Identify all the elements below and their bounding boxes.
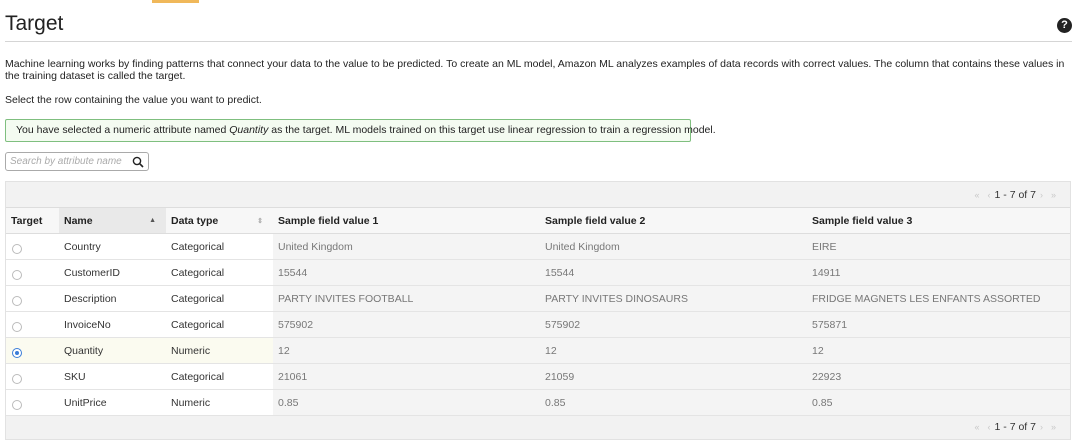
pagination-range: 1 - 7 of 7 [994,189,1036,201]
sample-value-3-cell: EIRE [807,233,1070,260]
next-page-icon[interactable]: › [1040,422,1043,432]
pagination-range: 1 - 7 of 7 [994,421,1036,433]
target-cell [6,259,59,286]
sample-value-3-cell: 22923 [807,363,1070,390]
data-type-cell: Categorical [166,259,273,286]
target-radio[interactable] [12,244,22,254]
target-cell [6,311,59,338]
help-icon[interactable]: ? [1057,18,1072,33]
alert-attribute: Quantity [229,124,269,136]
page-header: Target ? [5,10,1072,42]
target-radio[interactable] [12,270,22,280]
sample-value-2-cell: 0.85 [540,389,807,416]
last-page-icon[interactable]: » [1051,422,1056,432]
name-cell: Quantity [59,337,166,364]
table-row[interactable]: Description Categorical PARTY INVITES FOOT… [6,285,1070,312]
attributes-table: Target Name ▲ Data type ⇕ Sample field val… [6,207,1070,416]
target-radio[interactable] [12,322,22,332]
sample-value-2-cell: United Kingdom [540,233,807,260]
sample-value-1-cell: United Kingdom [273,233,540,260]
target-radio[interactable] [12,348,22,358]
table-header-row: Target Name ▲ Data type ⇕ Sample field val… [6,207,1070,234]
data-type-cell: Categorical [166,311,273,338]
sample-value-2-cell: 21059 [540,363,807,390]
page-instruction: Select the row containing the value you … [5,94,262,106]
page-description: Machine learning works by finding patter… [5,58,1065,82]
name-cell: Description [59,285,166,312]
table-row[interactable]: Country Categorical United Kingdom United K… [6,233,1070,260]
sample-value-3-cell: FRIDGE MAGNETS LES ENFANTS ASSORTED [807,285,1070,312]
target-radio[interactable] [12,296,22,306]
sample-value-2-cell: 575902 [540,311,807,338]
sample-value-3-cell: 0.85 [807,389,1070,416]
pagination-bottom: « ‹ 1 - 7 of 7 › » [971,415,1060,439]
data-type-cell: Categorical [166,233,273,260]
target-radio[interactable] [12,400,22,410]
table-row[interactable]: SKU Categorical 21061 21059 22923 [6,363,1070,390]
data-type-cell: Numeric [166,389,273,416]
page-title: Target [5,12,64,35]
alert-prefix: You have selected a numeric attribute na… [16,124,230,136]
top-tab-accent [152,0,199,3]
search-box [5,152,149,171]
name-cell: Country [59,233,166,260]
sample-value-1-cell: 12 [273,337,540,364]
target-cell [6,285,59,312]
alert-suffix: as the target. ML models trained on this… [268,124,716,136]
sample-value-1-cell: 21061 [273,363,540,390]
table-body: Country Categorical United Kingdom United K… [6,233,1070,416]
column-header-target: Target [6,207,59,234]
column-header-sample1: Sample field value 1 [273,207,540,234]
table-row[interactable]: Quantity Numeric 12 12 12 [6,337,1070,364]
target-cell [6,389,59,416]
sample-value-3-cell: 14911 [807,259,1070,286]
name-cell: SKU [59,363,166,390]
target-cell [6,233,59,260]
sample-value-1-cell: PARTY INVITES FOOTBALL [273,285,540,312]
prev-page-icon[interactable]: ‹ [988,190,991,200]
data-type-cell: Numeric [166,337,273,364]
sample-value-2-cell: 12 [540,337,807,364]
prev-page-icon[interactable]: ‹ [988,422,991,432]
last-page-icon[interactable]: » [1051,190,1056,200]
sample-value-2-cell: PARTY INVITES DINOSAURS [540,285,807,312]
name-cell: CustomerID [59,259,166,286]
pagination-top: « ‹ 1 - 7 of 7 › » [971,183,1060,207]
attributes-table-panel: «‹ 1 - 7 of 7 ›» Target Name ▲ Data type ⇕ S… [5,181,1071,440]
sample-value-1-cell: 0.85 [273,389,540,416]
sample-value-2-cell: 15544 [540,259,807,286]
first-page-icon[interactable]: « [975,422,980,432]
search-input[interactable] [10,155,128,168]
sort-neutral-icon[interactable]: ⇕ [257,217,263,225]
sample-value-1-cell: 15544 [273,259,540,286]
sort-ascending-icon[interactable]: ▲ [149,217,156,224]
first-page-icon[interactable]: « [975,190,980,200]
column-header-data-type[interactable]: Data type ⇕ [166,207,273,234]
table-row[interactable]: UnitPrice Numeric 0.85 0.85 0.85 [6,389,1070,416]
column-header-sample2: Sample field value 2 [540,207,807,234]
table-row[interactable]: InvoiceNo Categorical 575902 575902 575871 [6,311,1070,338]
target-radio[interactable] [12,374,22,384]
column-header-sample3: Sample field value 3 [807,207,1070,234]
sample-value-3-cell: 12 [807,337,1070,364]
name-cell: UnitPrice [59,389,166,416]
target-cell [6,337,59,364]
data-type-cell: Categorical [166,285,273,312]
next-page-icon[interactable]: › [1040,190,1043,200]
table-row[interactable]: CustomerID Categorical 15544 15544 14911 [6,259,1070,286]
column-header-data-type-label: Data type [171,214,219,227]
column-header-name-label: Name [64,214,93,227]
column-header-name[interactable]: Name ▲ [59,207,166,234]
search-icon[interactable] [132,156,144,168]
target-selection-alert: You have selected a numeric attribute na… [5,119,716,142]
sample-value-3-cell: 575871 [807,311,1070,338]
name-cell: InvoiceNo [59,311,166,338]
sample-value-1-cell: 575902 [273,311,540,338]
target-cell [6,363,59,390]
data-type-cell: Categorical [166,363,273,390]
